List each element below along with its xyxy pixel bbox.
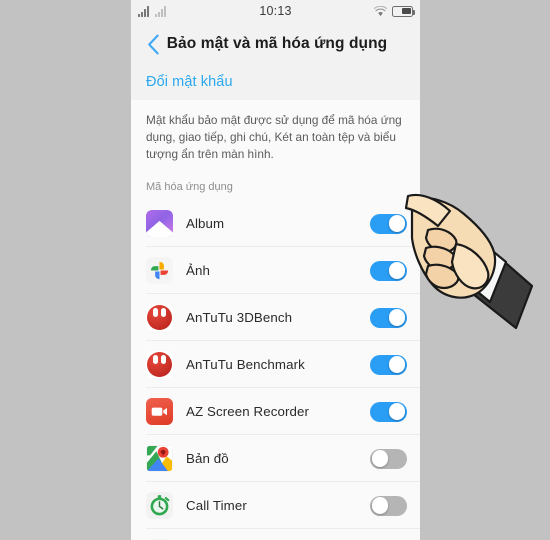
app-toggle[interactable] [370, 401, 407, 422]
app-name: AnTuTu 3DBench [186, 310, 293, 325]
battery-icon [392, 5, 416, 17]
call-timer-icon [146, 492, 173, 519]
wifi-icon [374, 5, 387, 16]
table-row[interactable]: Bản đồ [131, 435, 420, 482]
google-maps-icon [146, 445, 173, 472]
section-description: Mật khẩu bảo mật được sử dụng để mã hóa … [131, 100, 420, 177]
back-chevron-icon [147, 34, 159, 54]
app-toggle[interactable] [370, 495, 407, 516]
phone-screen: 10:13 Bảo mật và mã hóa ứng dụng Đổi mật… [131, 0, 420, 540]
app-toggle[interactable] [370, 260, 407, 281]
app-encryption-label: Mã hóa ứng dụng [131, 177, 420, 200]
app-list: Album Ảnh AnTuTu 3DBench AnTuTu Benchmar… [131, 200, 420, 540]
page-title: Bảo mật và mã hóa ứng dụng [166, 35, 388, 52]
app-toggle[interactable] [370, 354, 407, 375]
app-name: Call Timer [186, 498, 247, 513]
status-bar-right [374, 5, 416, 17]
table-row[interactable]: AnTuTu 3DBench [131, 294, 420, 341]
az-screen-recorder-icon [146, 398, 173, 425]
back-button[interactable] [140, 31, 166, 57]
status-bar: 10:13 [131, 0, 420, 22]
app-toggle[interactable] [370, 213, 407, 234]
table-row[interactable]: Call Timer [131, 482, 420, 529]
table-row[interactable]: Ảnh [131, 247, 420, 294]
app-name: Ảnh [186, 263, 210, 278]
antutu-benchmark-icon [146, 351, 173, 378]
table-row[interactable]: Album [131, 200, 420, 247]
app-toggle[interactable] [370, 448, 407, 469]
app-toggle[interactable] [370, 307, 407, 328]
screenshot-root: 10:13 Bảo mật và mã hóa ứng dụng Đổi mật… [0, 0, 550, 540]
change-password-link[interactable]: Đổi mật khẩu [131, 66, 420, 100]
google-photos-icon [146, 257, 173, 284]
app-name: Bản đồ [186, 451, 229, 466]
table-row[interactable]: Chrome [131, 529, 420, 540]
antutu-3dbench-icon [146, 304, 173, 331]
app-name: Album [186, 216, 225, 231]
table-row[interactable]: AnTuTu Benchmark [131, 341, 420, 388]
app-name: AnTuTu Benchmark [186, 357, 305, 372]
title-bar: Bảo mật và mã hóa ứng dụng [131, 22, 420, 66]
album-icon [146, 210, 173, 237]
app-name: AZ Screen Recorder [186, 404, 309, 419]
pointing-hand-cursor [404, 193, 534, 330]
table-row[interactable]: AZ Screen Recorder [131, 388, 420, 435]
